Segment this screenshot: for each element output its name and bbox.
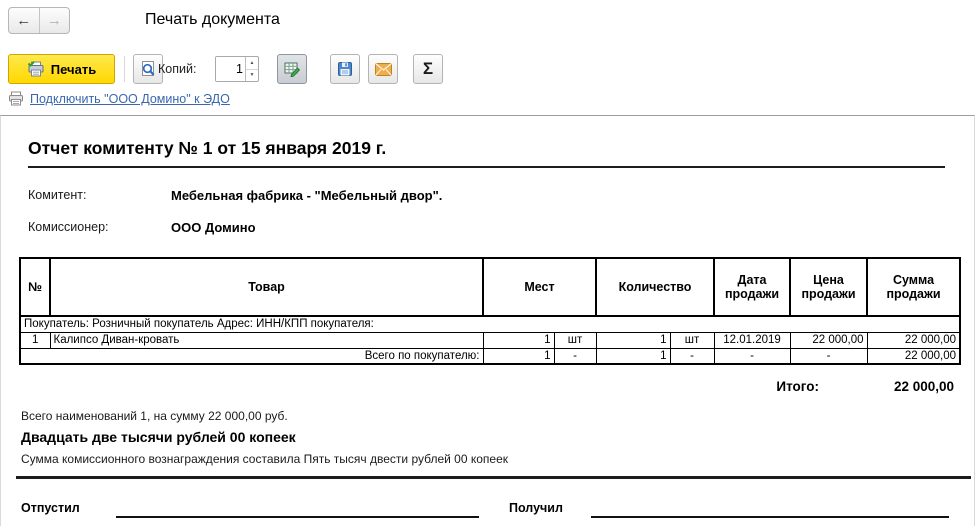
field-row-komitent: Комитент: Мебельная фабрика - "Мебельный…: [28, 188, 974, 203]
print-button-label: Печать: [51, 62, 96, 77]
item-sale-sum: 22 000,00: [867, 332, 960, 348]
total-qty: 1: [596, 348, 670, 364]
col-sale-sum: Сумма продажи: [867, 258, 960, 316]
item-qty: 1: [596, 332, 670, 348]
col-product: Товар: [50, 258, 483, 316]
grand-total-row: Итого: 22 000,00: [1, 379, 974, 399]
item-name: Калипсо Диван-кровать: [50, 332, 483, 348]
field-row-komissioner: Комиссионер: ООО Домино: [28, 220, 974, 235]
email-button[interactable]: [368, 54, 398, 84]
summary-items-count: Всего наименований 1, на сумму 22 000,00…: [21, 409, 974, 423]
buyer-info: Покупатель: Розничный покупатель Адрес: …: [20, 316, 960, 332]
spin-down-icon[interactable]: ▼: [246, 70, 258, 82]
total-price: -: [790, 348, 867, 364]
komissioner-label: Комиссионер:: [28, 220, 171, 235]
released-by-label: Отпустил: [21, 501, 80, 515]
komissioner-value: ООО Домино: [171, 220, 256, 235]
email-icon: [375, 63, 392, 76]
document-title: Отчет комитенту № 1 от 15 января 2019 г.: [28, 138, 945, 168]
col-quantity: Количество: [596, 258, 714, 316]
komitent-label: Комитент:: [28, 188, 171, 203]
print-button[interactable]: Печать: [8, 54, 115, 84]
copies-stepper: ▲ ▼: [215, 56, 259, 82]
table-row: 1 Калипсо Диван-кровать 1 шт 1 шт 12.01.…: [20, 332, 960, 348]
toolbar: Печать Копий: ▲ ▼: [0, 45, 975, 89]
item-places-qty: 1: [483, 332, 554, 348]
edo-row: Подключить "ООО Домино" к ЭДО: [0, 89, 975, 113]
col-sale-price: Цена продажи: [790, 258, 867, 316]
sum-button[interactable]: Σ: [413, 54, 443, 84]
komitent-value: Мебельная фабрика - "Мебельный двор".: [171, 188, 442, 203]
edo-printer-icon: [8, 91, 24, 111]
summary-amount-words: Двадцать две тысячи рублей 00 копеек: [21, 429, 974, 445]
table-edit-icon: [284, 61, 301, 77]
item-qty-unit: шт: [670, 332, 714, 348]
printer-icon: [27, 61, 45, 77]
back-button[interactable]: ←: [9, 8, 40, 33]
top-bar: ← → Печать документа: [0, 0, 975, 45]
item-places-unit: шт: [554, 332, 596, 348]
summary-block: Всего наименований 1, на сумму 22 000,00…: [21, 409, 974, 466]
spin-up-icon[interactable]: ▲: [246, 57, 258, 70]
goods-table: № Товар Мест Количество Дата продажи Цен…: [19, 257, 961, 365]
col-sale-date: Дата продажи: [714, 258, 790, 316]
grand-total-value: 22 000,00: [894, 379, 954, 394]
save-button[interactable]: [330, 54, 360, 84]
nav-button-group: ← →: [8, 7, 70, 34]
forward-button[interactable]: →: [40, 8, 70, 33]
total-sum: 22 000,00: [867, 348, 960, 364]
item-num: 1: [20, 332, 50, 348]
copies-spin-arrows: ▲ ▼: [245, 57, 258, 81]
signatures-block: Отпустил Получил: [1, 479, 974, 519]
summary-commission: Сумма комиссионного вознаграждения соста…: [21, 452, 974, 466]
total-places-unit: -: [554, 348, 596, 364]
table-header-row: № Товар Мест Количество Дата продажи Цен…: [20, 258, 960, 316]
print-form: Отчет комитенту № 1 от 15 января 2019 г.…: [0, 115, 975, 526]
page-title: Печать документа: [145, 11, 280, 29]
col-places: Мест: [483, 258, 596, 316]
total-qty-unit: -: [670, 348, 714, 364]
item-sale-date: 12.01.2019: [714, 332, 790, 348]
print-preview-icon: [140, 61, 156, 78]
buyer-total-label: Всего по покупателю:: [20, 348, 483, 364]
copies-label: Копий:: [158, 54, 196, 84]
total-date: -: [714, 348, 790, 364]
released-by-signature-line: [116, 516, 479, 518]
buyer-total-row: Всего по покупателю: 1 - 1 - - - 22 000,…: [20, 348, 960, 364]
col-num: №: [20, 258, 50, 316]
sum-icon: Σ: [423, 59, 433, 79]
item-sale-price: 22 000,00: [790, 332, 867, 348]
toolbar-separator: [124, 56, 125, 82]
copies-input[interactable]: [216, 57, 245, 81]
grand-total-label: Итого:: [776, 379, 819, 394]
total-places-qty: 1: [483, 348, 554, 364]
received-by-label: Получил: [509, 501, 563, 515]
save-icon: [337, 61, 353, 77]
buyer-row: Покупатель: Розничный покупатель Адрес: …: [20, 316, 960, 332]
received-by-signature-line: [591, 516, 949, 518]
table-edit-button[interactable]: [277, 54, 307, 84]
edo-connect-link[interactable]: Подключить "ООО Домино" к ЭДО: [30, 92, 230, 106]
